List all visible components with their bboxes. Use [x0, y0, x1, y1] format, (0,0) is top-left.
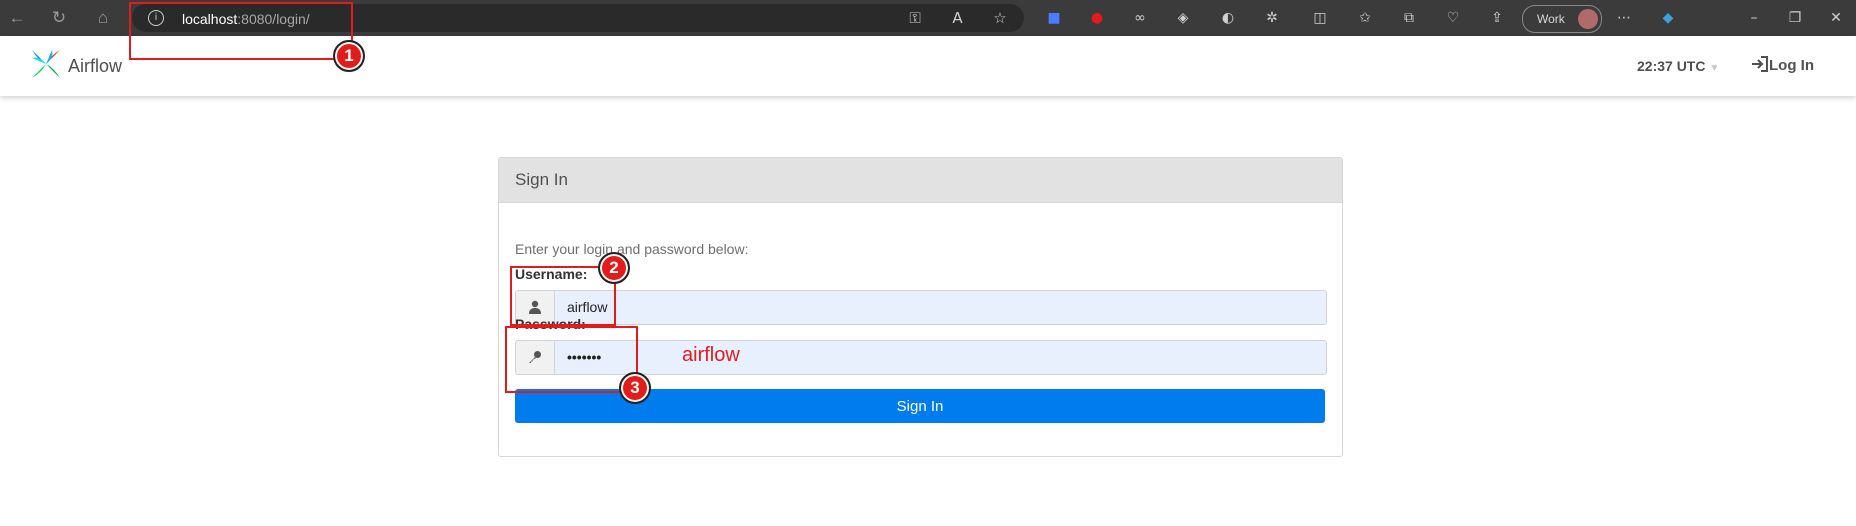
read-aloud-icon[interactable]: A	[948, 8, 968, 28]
chevron-down-icon: ▼	[1709, 63, 1720, 74]
address-highlight-box	[129, 2, 353, 60]
extensions-puzzle-icon[interactable]: ✲	[1262, 8, 1282, 28]
back-icon[interactable]: ←	[6, 7, 28, 29]
airflow-logo-icon	[32, 50, 60, 78]
clock-dropdown[interactable]: 22:37 UTC ▼	[1637, 58, 1719, 74]
refresh-icon[interactable]: ↻	[48, 7, 70, 29]
step-badge-1: 1	[333, 40, 365, 72]
profile-label: Work	[1537, 12, 1565, 26]
panel-title: Sign In	[499, 158, 1342, 203]
close-icon[interactable]: ✕	[1826, 8, 1846, 28]
password-highlight-box	[505, 326, 638, 393]
signin-panel: Sign In Enter your login and password be…	[498, 157, 1343, 457]
share-icon[interactable]: ⇪	[1487, 8, 1507, 28]
avatar	[1578, 9, 1598, 29]
favorites-icon[interactable]: ✩	[1355, 8, 1375, 28]
extension-mouse-icon[interactable]: ◐	[1218, 8, 1238, 28]
step-badge-2: 2	[598, 252, 630, 284]
key-icon[interactable]: ⚿	[905, 8, 925, 28]
extension-adblock-icon[interactable]: ●	[1087, 8, 1107, 28]
step-badge-3: 3	[619, 372, 651, 404]
login-label: Log In	[1769, 57, 1814, 74]
extension-glasses-icon[interactable]: ∞	[1130, 8, 1150, 28]
collections-icon[interactable]: ⧉	[1399, 8, 1419, 28]
home-icon[interactable]: ⌂	[92, 7, 114, 29]
copilot-icon[interactable]: ◆	[1658, 8, 1678, 28]
login-icon	[1752, 56, 1768, 72]
username-input[interactable]	[555, 291, 1326, 324]
password-input[interactable]: •••••••	[555, 341, 1326, 374]
extension-shield-icon[interactable]: ◈	[1173, 8, 1193, 28]
health-icon[interactable]: ♡	[1443, 8, 1463, 28]
favorite-star-icon[interactable]: ☆	[990, 8, 1010, 28]
login-hint: Enter your login and password below:	[515, 241, 749, 257]
login-link[interactable]: Log In	[1751, 56, 1814, 74]
brand-name: Airflow	[68, 56, 123, 76]
clock-text: 22:37 UTC	[1637, 58, 1706, 74]
restore-icon[interactable]: ❐	[1785, 8, 1805, 28]
profile-button[interactable]: Work	[1522, 5, 1602, 33]
address-bar-tools: ⚿ A ☆	[887, 8, 1010, 28]
username-group	[515, 290, 1327, 325]
extension-bitwarden-icon[interactable]: ■	[1044, 8, 1064, 28]
password-note: airflow	[682, 344, 740, 366]
more-menu-icon[interactable]: ⋯	[1614, 8, 1634, 28]
minimize-icon[interactable]: –	[1744, 8, 1764, 28]
split-screen-icon[interactable]: ◫	[1310, 8, 1330, 28]
